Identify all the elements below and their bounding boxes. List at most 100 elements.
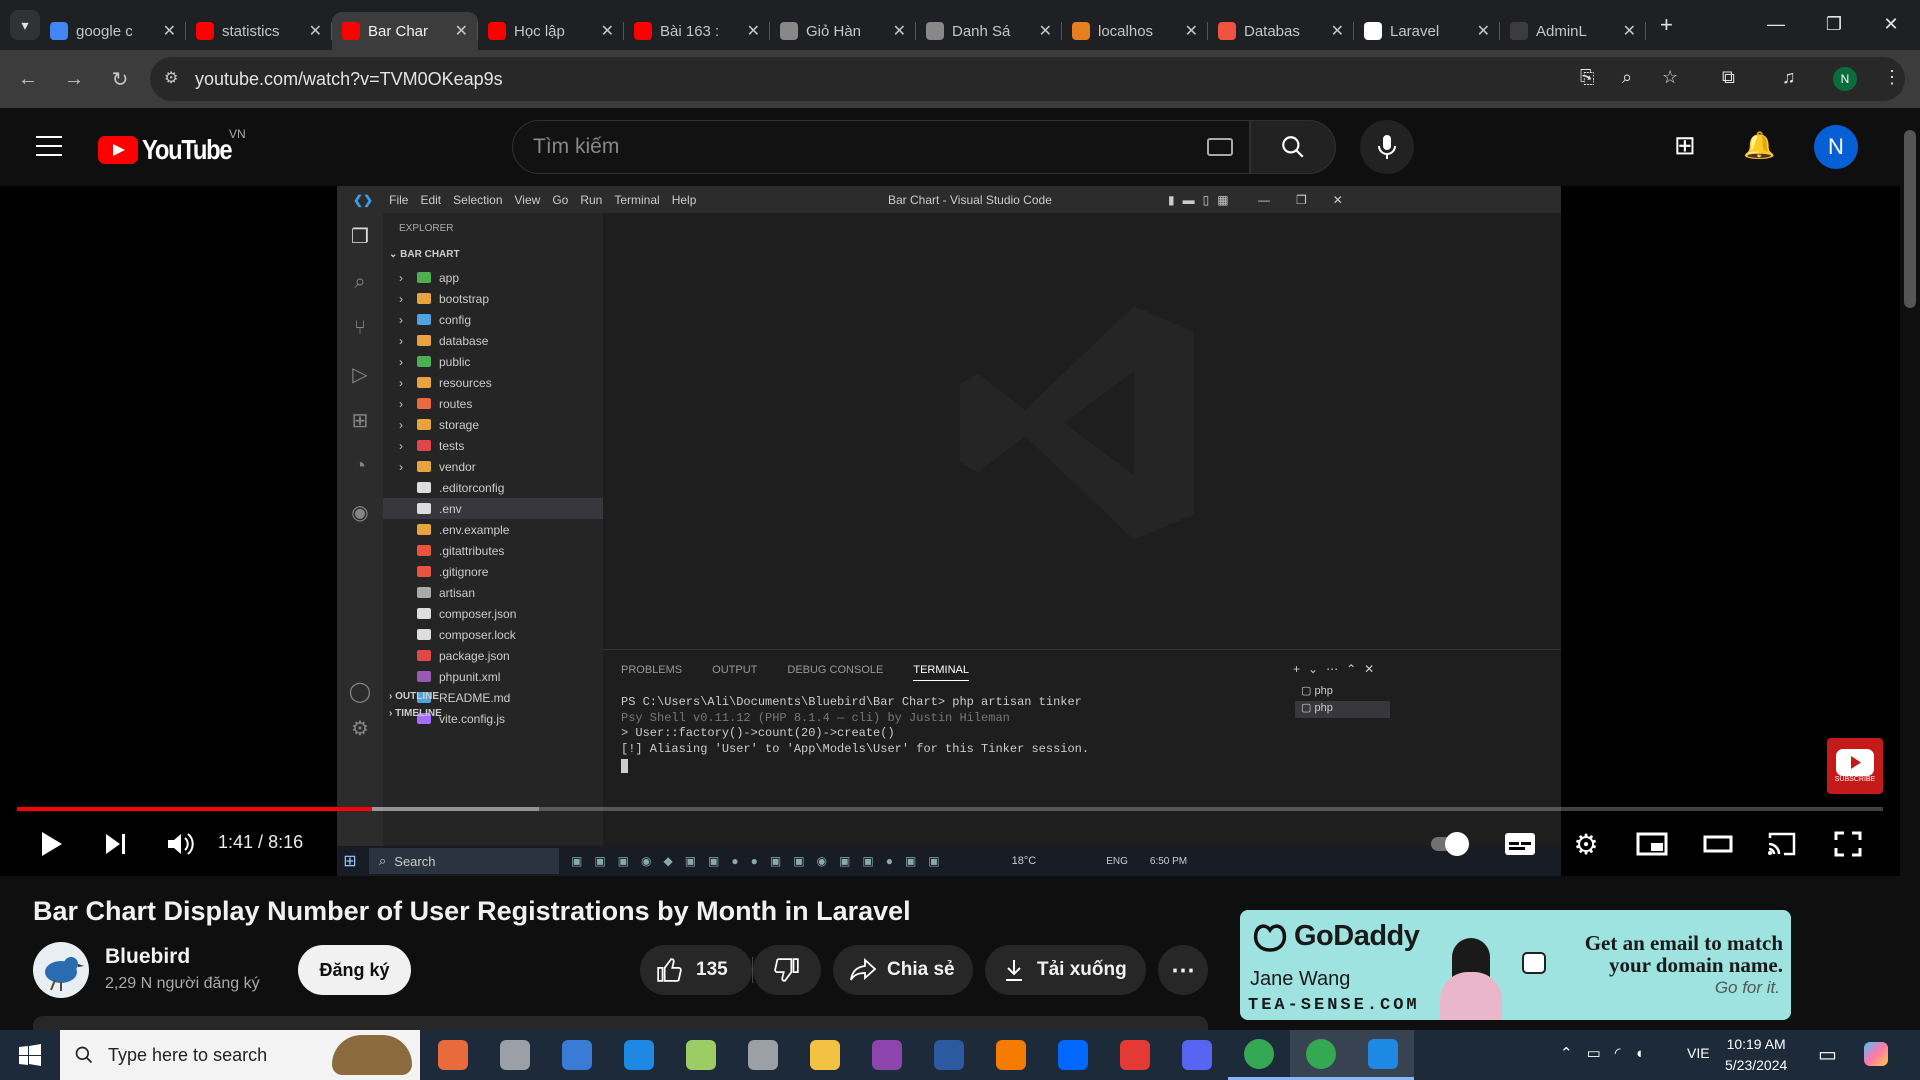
taskbar-app[interactable]: [1166, 1030, 1228, 1080]
taskbar-app[interactable]: [1228, 1030, 1290, 1080]
taskbar-app[interactable]: [980, 1030, 1042, 1080]
close-window-button[interactable]: ✕: [1862, 0, 1920, 48]
taskbar-app[interactable]: [1290, 1030, 1352, 1080]
restore-button[interactable]: ❐: [1805, 0, 1863, 48]
chrome-menu-icon[interactable]: ⋮: [1883, 67, 1901, 88]
tab-close-icon[interactable]: ✕: [747, 21, 760, 41]
voice-search-button[interactable]: [1360, 120, 1414, 174]
taskbar-app[interactable]: [484, 1030, 546, 1080]
browser-tab[interactable]: Databas ✕: [1208, 12, 1354, 50]
tab-close-icon[interactable]: ✕: [1623, 21, 1636, 41]
subscribe-button[interactable]: Đăng ký: [298, 945, 411, 995]
tray-icons[interactable]: ⌃▭◜◖: [1560, 1044, 1658, 1062]
keyboard-icon[interactable]: [1207, 138, 1233, 156]
browser-tab[interactable]: Học lập ✕: [478, 12, 624, 50]
scrollbar-thumb[interactable]: [1904, 130, 1916, 308]
taskbar-app[interactable]: [1104, 1030, 1166, 1080]
tab-close-icon[interactable]: ✕: [893, 21, 906, 41]
search-input[interactable]: Tìm kiếm: [512, 120, 1250, 174]
taskbar-app[interactable]: [794, 1030, 856, 1080]
taskbar-app[interactable]: [546, 1030, 608, 1080]
browser-tab[interactable]: statistics ✕: [186, 12, 332, 50]
progress-bar[interactable]: [17, 807, 1883, 811]
channel-name[interactable]: Bluebird: [105, 945, 190, 969]
godaddy-logo: GoDaddy: [1252, 920, 1420, 953]
volume-button[interactable]: [160, 824, 200, 864]
fullscreen-button[interactable]: [1828, 824, 1868, 864]
tab-close-icon[interactable]: ✕: [163, 21, 176, 41]
taskbar-search-box[interactable]: Type here to search: [60, 1030, 420, 1080]
like-button[interactable]: 135: [640, 945, 752, 995]
search-button[interactable]: [1250, 120, 1336, 174]
taskbar-app[interactable]: [670, 1030, 732, 1080]
next-button[interactable]: [96, 824, 136, 864]
video-player[interactable]: ❮❯ File Edit Selection View Go Run Terminal Hel…: [0, 186, 1900, 876]
media-control-icon[interactable]: ♫: [1782, 67, 1796, 88]
channel-avatar[interactable]: [33, 942, 89, 998]
taskbar-app[interactable]: [732, 1030, 794, 1080]
notification-center-icon[interactable]: ▭: [1818, 1042, 1837, 1067]
minimize-button[interactable]: —: [1747, 0, 1805, 48]
browser-tab[interactable]: Laravel ✕: [1354, 12, 1500, 50]
browser-tab[interactable]: Danh Sá ✕: [916, 12, 1062, 50]
new-tab-button[interactable]: +: [1660, 12, 1673, 38]
share-button[interactable]: Chia sẻ: [833, 945, 973, 995]
browser-tab[interactable]: AdminL ✕: [1500, 12, 1646, 50]
browser-tab[interactable]: Giỏ Hàn ✕: [770, 12, 916, 50]
more-actions-button[interactable]: ⋯: [1158, 945, 1208, 995]
guide-menu-icon[interactable]: [36, 136, 62, 156]
youtube-logo[interactable]: YouTube: [98, 134, 247, 166]
file-icon: [417, 608, 431, 619]
ad-cta[interactable]: Go for it.: [1660, 978, 1780, 998]
taskbar-app[interactable]: [422, 1030, 484, 1080]
taskbar-clock[interactable]: 10:19 AM 5/23/2024: [1725, 1034, 1787, 1076]
play-button[interactable]: [32, 824, 72, 864]
taskbar-app[interactable]: [918, 1030, 980, 1080]
taskbar-app[interactable]: [1042, 1030, 1104, 1080]
profile-avatar[interactable]: N: [1833, 67, 1857, 91]
notifications-bell-icon[interactable]: 🔔: [1743, 130, 1775, 161]
reload-button[interactable]: ↻: [100, 59, 140, 99]
taskbar-app[interactable]: [608, 1030, 670, 1080]
dislike-button[interactable]: [753, 945, 821, 995]
browser-tab[interactable]: Bar Char ✕: [332, 12, 478, 50]
subscribe-watermark[interactable]: SUBSCRIBE: [1827, 738, 1883, 794]
theater-mode-button[interactable]: [1698, 824, 1738, 864]
miniplayer-button[interactable]: [1632, 824, 1672, 864]
create-video-icon[interactable]: ⊞: [1674, 130, 1696, 161]
site-settings-icon[interactable]: ⚙: [164, 68, 178, 88]
autoplay-toggle[interactable]: [1424, 824, 1474, 864]
input-language[interactable]: VIE: [1687, 1045, 1710, 1061]
tab-close-icon[interactable]: ✕: [1477, 21, 1490, 41]
settings-button[interactable]: ⚙: [1566, 824, 1606, 864]
copilot-icon[interactable]: [1864, 1042, 1888, 1066]
extensions-icon[interactable]: ⧉: [1722, 67, 1735, 88]
install-app-icon[interactable]: ⎘: [1580, 67, 1594, 88]
tab-close-icon[interactable]: ✕: [1331, 21, 1344, 41]
page-scrollbar[interactable]: [1900, 108, 1920, 1030]
tab-title: statistics: [222, 22, 280, 40]
start-button[interactable]: [0, 1030, 60, 1080]
taskbar-app[interactable]: [856, 1030, 918, 1080]
download-button[interactable]: Tải xuống: [985, 945, 1146, 995]
tab-close-icon[interactable]: ✕: [601, 21, 614, 41]
tab-close-icon[interactable]: ✕: [1185, 21, 1198, 41]
bookmark-star-icon[interactable]: ☆: [1662, 67, 1678, 88]
taskbar-app[interactable]: [1352, 1030, 1414, 1080]
description-box[interactable]: [33, 1016, 1208, 1030]
tab-close-icon[interactable]: ✕: [309, 21, 322, 41]
cast-button[interactable]: [1762, 824, 1802, 864]
godaddy-ad-banner[interactable]: GoDaddy Jane Wang TEA-SENSE.COM Get an e…: [1240, 910, 1791, 1020]
account-avatar[interactable]: N: [1814, 125, 1858, 169]
browser-tab[interactable]: Bài 163 : ✕: [624, 12, 770, 50]
forward-button[interactable]: →: [54, 59, 94, 99]
tab-close-icon[interactable]: ✕: [455, 21, 468, 41]
browser-tab[interactable]: localhos ✕: [1062, 12, 1208, 50]
tab-close-icon[interactable]: ✕: [1039, 21, 1052, 41]
tab-search-button[interactable]: ▾: [10, 10, 40, 40]
address-bar[interactable]: ⚙ youtube.com/watch?v=TVM0OKeap9s ⎘ ⌕ ☆ …: [150, 57, 1905, 101]
zoom-icon[interactable]: ⌕: [1622, 67, 1632, 88]
back-button[interactable]: ←: [8, 59, 48, 99]
browser-tab[interactable]: google c ✕: [40, 12, 186, 50]
subtitles-button[interactable]: [1500, 824, 1540, 864]
